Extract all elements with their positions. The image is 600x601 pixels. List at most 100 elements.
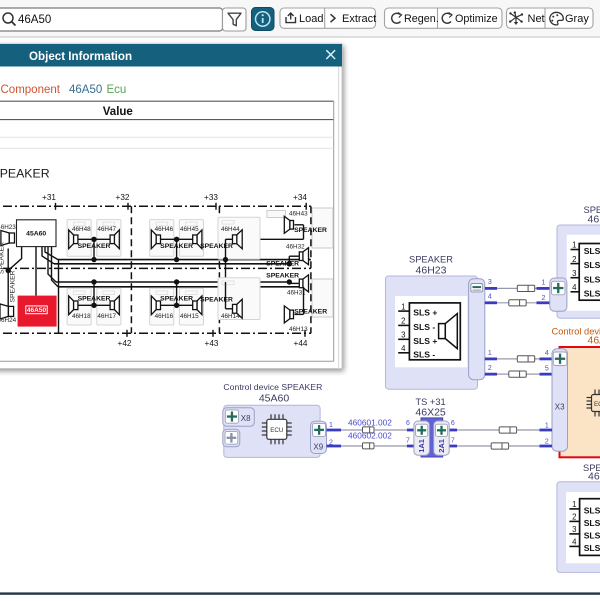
svg-text:2A1: 2A1 (437, 439, 446, 453)
svg-text:4: 4 (545, 350, 549, 357)
svg-text:SLS +: SLS + (584, 531, 600, 541)
svg-text:6: 6 (406, 420, 410, 427)
svg-text:+32: +32 (116, 193, 130, 202)
svg-text:ECU: ECU (270, 427, 283, 434)
svg-text:46H47: 46H47 (97, 226, 116, 233)
svg-text:SLS -: SLS - (413, 322, 435, 332)
svg-text:X9: X9 (313, 442, 323, 451)
svg-text:+42: +42 (118, 339, 132, 348)
svg-text:Control device SPEAKER: Control device SPEAKER (223, 382, 322, 392)
svg-text:SPEAKER: SPEAKER (294, 227, 327, 234)
svg-text:SLS -: SLS - (584, 518, 600, 528)
svg-text:5: 5 (545, 366, 549, 373)
svg-text:SPEAKER: SPEAKER (200, 297, 233, 304)
svg-text:2: 2 (545, 438, 549, 445)
svg-text:46H44: 46H44 (221, 226, 240, 233)
svg-text:45A60: 45A60 (259, 392, 290, 404)
svg-text:1: 1 (401, 302, 405, 311)
svg-text:SLS +: SLS + (413, 308, 437, 318)
svg-text:46H15: 46H15 (180, 313, 199, 320)
svg-text:Ecu: Ecu (107, 84, 127, 96)
svg-text:2: 2 (401, 317, 405, 326)
svg-text:46H46: 46H46 (155, 226, 174, 233)
svg-text:46H48: 46H48 (72, 226, 91, 233)
svg-text:SPEAKER: SPEAKER (160, 243, 193, 250)
svg-text:1: 1 (488, 350, 492, 357)
svg-text:4: 4 (572, 538, 577, 547)
svg-text:Gray: Gray (565, 13, 589, 25)
svg-text:46H16: 46H16 (155, 313, 174, 320)
svg-text:46X25: 46X25 (415, 407, 446, 419)
svg-text:SLS +: SLS + (413, 336, 437, 346)
svg-text:2: 2 (572, 513, 576, 522)
svg-text:SPEAKER: SPEAKER (0, 166, 50, 180)
svg-text:SPEAKER: SPEAKER (78, 295, 111, 302)
svg-text:46H20: 46H20 (588, 470, 600, 482)
svg-text:Value: Value (103, 106, 133, 118)
svg-text:6: 6 (451, 420, 455, 427)
svg-text:SPEAKER: SPEAKER (266, 261, 299, 268)
svg-text:3: 3 (572, 269, 576, 278)
svg-text:SPEAKER: SPEAKER (0, 242, 6, 274)
svg-text:Component: Component (1, 84, 61, 96)
svg-text:460602.002: 460602.002 (348, 431, 392, 441)
svg-text:46H17: 46H17 (97, 313, 116, 320)
svg-text:SLS +: SLS + (584, 246, 600, 256)
svg-text:4: 4 (401, 344, 406, 353)
svg-text:SPEAKER: SPEAKER (409, 255, 453, 265)
svg-text:SPEAKER: SPEAKER (10, 270, 17, 302)
svg-text:46H45: 46H45 (180, 226, 199, 233)
svg-text:46A50: 46A50 (588, 335, 600, 347)
svg-text:X3: X3 (555, 402, 565, 411)
svg-text:46H32: 46H32 (286, 243, 305, 250)
svg-text:46H13: 46H13 (289, 326, 308, 333)
svg-text:2: 2 (542, 295, 546, 302)
svg-text:2: 2 (488, 365, 492, 372)
svg-text:+43: +43 (205, 339, 219, 348)
svg-text:SLS -: SLS - (413, 349, 435, 359)
svg-text:46A50: 46A50 (18, 14, 51, 26)
svg-text:Load: Load (299, 13, 323, 25)
svg-text:3: 3 (401, 331, 405, 340)
svg-text:1A1: 1A1 (417, 439, 426, 453)
svg-text:+34: +34 (293, 193, 307, 202)
svg-text:+31: +31 (42, 193, 56, 202)
svg-text:460601.002: 460601.002 (348, 418, 392, 428)
svg-text:45A60: 45A60 (26, 231, 46, 238)
svg-text:SLS -: SLS - (584, 260, 600, 270)
svg-text:SLS +: SLS + (584, 506, 600, 516)
svg-text:SPEAKER: SPEAKER (266, 273, 299, 280)
svg-text:46H23: 46H23 (0, 224, 16, 231)
svg-text:46H23: 46H23 (416, 264, 447, 276)
svg-text:SLS -: SLS - (584, 543, 600, 553)
svg-text:SLS +: SLS + (584, 274, 600, 284)
svg-text:SLS -: SLS - (584, 288, 600, 298)
svg-text:TS +31: TS +31 (415, 397, 445, 407)
svg-text:1: 1 (329, 422, 333, 429)
svg-text:46H18: 46H18 (72, 313, 91, 320)
svg-text:SPEAKER: SPEAKER (294, 308, 327, 315)
svg-text:+44: +44 (294, 339, 308, 348)
svg-text:4: 4 (572, 283, 577, 292)
svg-text:46A50: 46A50 (69, 84, 102, 96)
svg-text:SPEAKER: SPEAKER (200, 243, 233, 250)
svg-text:46H43: 46H43 (289, 210, 308, 217)
svg-text:3: 3 (572, 525, 576, 534)
svg-text:1: 1 (572, 241, 576, 250)
svg-text:46H21: 46H21 (588, 213, 600, 225)
svg-text:46A50: 46A50 (27, 307, 47, 314)
svg-text:Extract: Extract (342, 13, 376, 25)
svg-text:SPEAKER: SPEAKER (78, 243, 111, 250)
svg-text:46H14: 46H14 (221, 313, 240, 320)
svg-text:ECU: ECU (594, 401, 600, 408)
svg-text:SPEAKER: SPEAKER (160, 295, 193, 302)
svg-text:3: 3 (488, 279, 492, 286)
svg-text:+33: +33 (204, 193, 218, 202)
svg-text:Object Information: Object Information (29, 50, 132, 63)
svg-text:7: 7 (451, 437, 455, 444)
svg-text:7: 7 (406, 437, 410, 444)
svg-text:4: 4 (488, 293, 492, 300)
svg-text:Regen.: Regen. (404, 13, 439, 25)
svg-text:Net: Net (528, 13, 545, 25)
svg-text:X8: X8 (241, 414, 251, 423)
